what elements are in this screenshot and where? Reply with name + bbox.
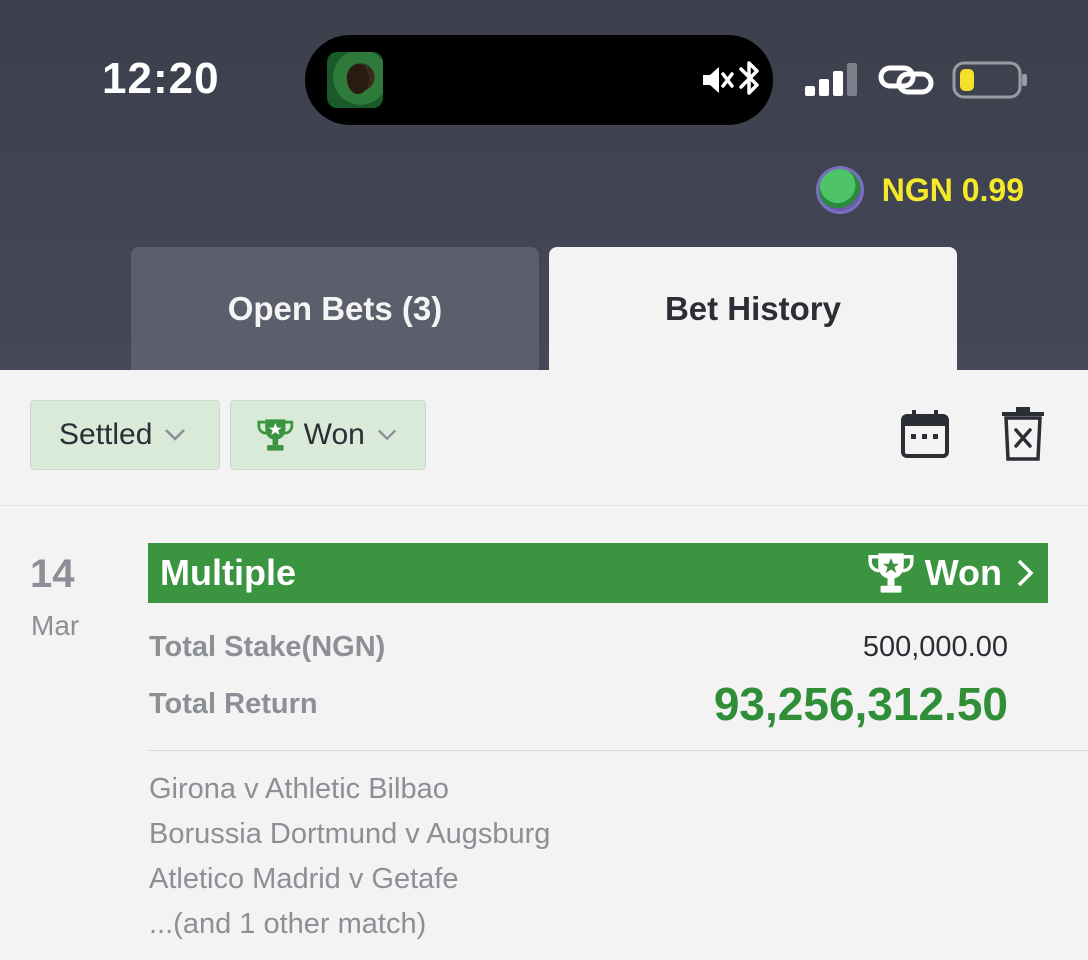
bet-type: Multiple [160,552,296,593]
settled-filter-label: Settled [59,418,153,451]
bet-header-banner[interactable]: Multiple Won [148,543,1048,603]
delete-icon[interactable] [1000,406,1046,462]
bet-status-label: Won [924,552,1002,593]
divider [148,750,1088,751]
tab-open-bets[interactable]: Open Bets (3) [131,247,539,370]
won-filter-label: Won [303,418,365,451]
hotspot-link-icon [878,65,934,95]
calendar-icon[interactable] [900,408,950,460]
match-item: ...(and 1 other match) [149,908,427,940]
match-item: Girona v Athletic Bilbao [149,773,449,805]
tab-bet-history-label: Bet History [664,289,842,327]
trophy-icon [257,419,294,451]
bet-date-day: 14 [30,552,75,596]
football-icon [815,166,864,214]
settled-filter-dropdown[interactable]: Settled [30,400,220,470]
speaker-mute-icon [703,67,734,93]
chevron-down-icon [377,429,396,441]
trophy-icon [868,553,914,593]
total-stake-label: Total Stake(NGN) [149,631,386,663]
wallet-balance[interactable]: NGN 0.99 [815,166,1024,214]
total-return-value: 93,256,312.50 [713,678,1008,730]
battery-icon [952,61,1027,99]
tab-open-bets-label: Open Bets (3) [227,289,443,327]
bluetooth-icon [739,61,759,95]
bet-date-month: Mar [31,610,80,641]
total-stake-value: 500,000.00 [862,631,1008,663]
cellular-signal-icon [805,63,857,96]
match-item: Atletico Madrid v Getafe [149,863,459,895]
chevron-down-icon [165,429,186,441]
chevron-right-icon [1017,559,1034,587]
won-filter-dropdown[interactable]: Won [230,400,426,470]
total-return-label: Total Return [149,688,318,720]
bet-status: Won [867,551,1034,595]
album-art [327,52,383,108]
dynamic-island[interactable] [305,35,773,125]
tab-bet-history[interactable]: Bet History [549,247,957,370]
status-time: 12:20 [102,54,220,103]
wallet-amount: NGN 0.99 [881,171,1024,208]
match-item: Borussia Dortmund v Augsburg [149,818,551,850]
